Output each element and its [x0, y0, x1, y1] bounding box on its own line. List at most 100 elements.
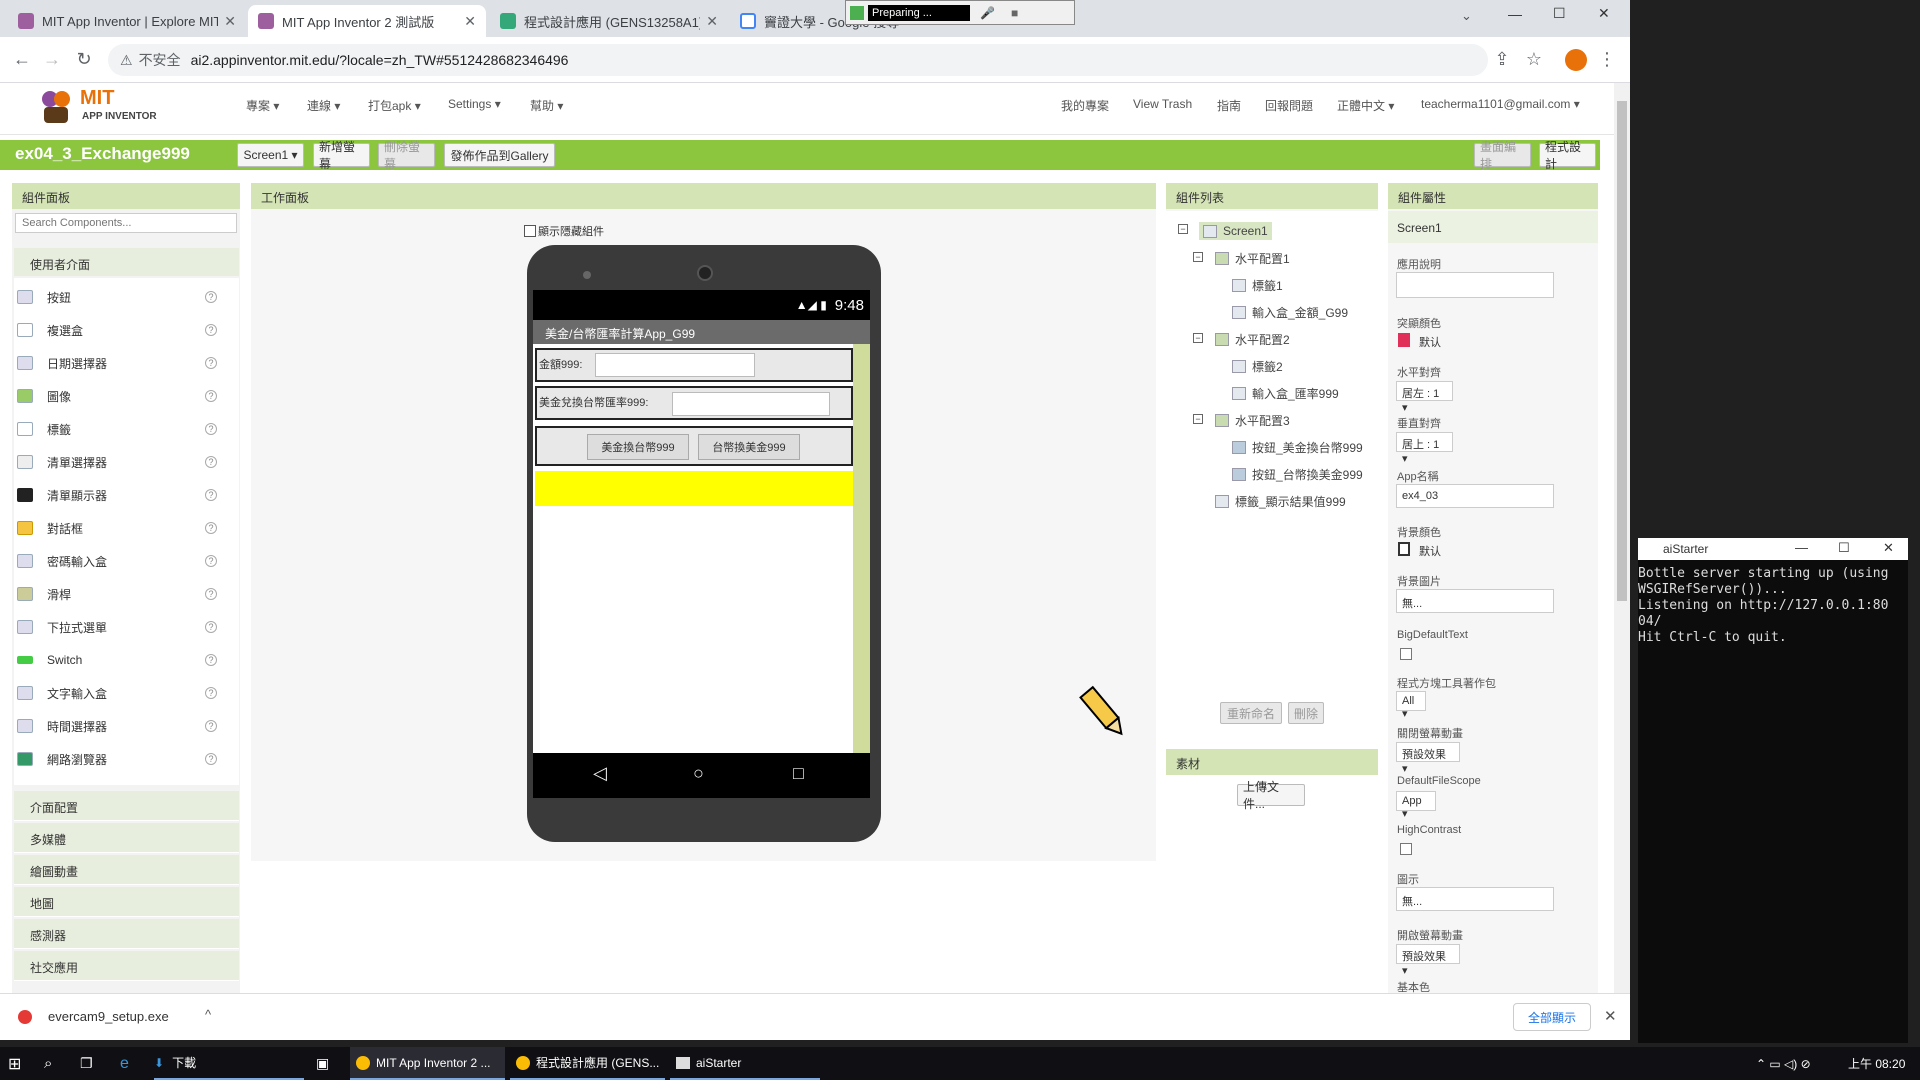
palette-group-ui[interactable]: 使用者介面 [14, 248, 239, 276]
page-scrollbar[interactable] [1614, 83, 1630, 993]
chevron-up-icon[interactable]: ^ [205, 1007, 211, 1022]
more-menu-icon[interactable]: ⋮ [1595, 49, 1619, 70]
menu-my-projects[interactable]: 我的專案 [1061, 97, 1109, 114]
help-icon[interactable]: ? [205, 390, 217, 402]
palette-item[interactable]: 對話框? [17, 514, 227, 542]
high-contrast-checkbox[interactable] [1400, 843, 1412, 855]
menu-account[interactable]: teacherma1101@gmail.com ▾ [1421, 97, 1580, 111]
help-icon[interactable]: ? [205, 621, 217, 633]
upload-button[interactable]: 上傳文件... [1237, 780, 1305, 811]
close-animation-dropdown[interactable]: 預設效果 ▾ [1396, 742, 1460, 775]
palette-category[interactable]: 多媒體 [14, 823, 239, 853]
bg-image-input[interactable]: 無... [1396, 589, 1554, 613]
align-horizontal-dropdown[interactable]: 居左 : 1 ▾ [1396, 381, 1453, 414]
menu-guide[interactable]: 指南 [1217, 97, 1241, 114]
toolkit-dropdown[interactable]: All ▾ [1396, 691, 1426, 720]
forward-icon[interactable]: → [40, 49, 64, 70]
delete-button[interactable]: 刪除 [1288, 702, 1324, 724]
palette-category[interactable]: 社交應用 [14, 951, 239, 981]
show-all-button[interactable]: 全部顯示 [1513, 1003, 1591, 1031]
icon-input[interactable]: 無... [1396, 887, 1554, 911]
help-icon[interactable]: ? [205, 687, 217, 699]
menu-view-trash[interactable]: View Trash [1133, 97, 1192, 111]
help-icon[interactable]: ? [205, 753, 217, 765]
show-hidden-toggle[interactable]: 顯示隱藏組件 [524, 223, 604, 239]
menu-project[interactable]: 專案 ▾ [246, 97, 279, 114]
tab-course[interactable]: 程式設計應用 (GENS13258A1) ✕ [490, 5, 728, 37]
edge-icon[interactable]: e [120, 1047, 129, 1080]
tree-item[interactable]: 標籤2 [1232, 358, 1283, 375]
designer-button[interactable]: 畫面編排 [1474, 140, 1531, 171]
blocks-button[interactable]: 程式設計 [1539, 140, 1596, 171]
horizontal-arrangement-3[interactable]: 美金換台幣999 台幣換美金999 [535, 426, 853, 466]
close-icon[interactable]: ✕ [1604, 1007, 1617, 1025]
rename-button[interactable]: 重新命名 [1220, 702, 1282, 724]
menu-settings[interactable]: Settings ▾ [448, 97, 501, 111]
help-icon[interactable]: ? [205, 489, 217, 501]
help-icon[interactable]: ? [205, 720, 217, 732]
taskbar-app-inventor[interactable]: MIT App Inventor 2 ... [350, 1047, 505, 1080]
rate-input[interactable] [672, 392, 830, 416]
palette-category[interactable]: 繪圖動畫 [14, 855, 239, 885]
align-vertical-dropdown[interactable]: 居上 : 1 ▾ [1396, 432, 1453, 465]
profile-avatar[interactable] [1565, 49, 1587, 71]
close-icon[interactable]: ✕ [1883, 540, 1894, 556]
close-icon[interactable]: ✕ [224, 13, 236, 30]
aistarter-window[interactable]: aiStarter ✕ ☐ — Bottle server starting u… [1638, 538, 1908, 1043]
tree-screen1[interactable]: Screen1 [1199, 222, 1272, 240]
tree-item[interactable]: 標籤_顯示結果值999 [1215, 493, 1346, 510]
tree-item[interactable]: 水平配置2 [1215, 331, 1290, 348]
tree-item[interactable]: 標籤1 [1232, 277, 1283, 294]
minimize-button[interactable]: — [1508, 6, 1522, 22]
add-screen-button[interactable]: 新增螢幕 [313, 140, 370, 171]
publish-gallery-button[interactable]: 發佈作品到Gallery [444, 143, 555, 167]
menu-help[interactable]: 幫助 ▾ [530, 97, 563, 114]
palette-item[interactable]: Switch? [17, 646, 227, 674]
share-icon[interactable]: ⇪ [1490, 49, 1514, 70]
twd-to-usd-button[interactable]: 台幣換美金999 [698, 434, 800, 460]
palette-item[interactable]: 密碼輸入盒? [17, 547, 227, 575]
file-scope-dropdown[interactable]: App ▾ [1396, 791, 1436, 820]
palette-item[interactable]: 複選盒? [17, 316, 227, 344]
close-icon[interactable]: ✕ [706, 13, 718, 30]
palette-category[interactable]: 介面配置 [14, 791, 239, 821]
result-label[interactable] [535, 471, 853, 506]
palette-item[interactable]: 文字輸入盒? [17, 679, 227, 707]
viewer-scrollbar[interactable] [853, 344, 870, 753]
palette-item[interactable]: 網路瀏覽器? [17, 745, 227, 773]
bookmark-star-icon[interactable]: ☆ [1522, 49, 1546, 70]
maximize-button[interactable]: ☐ [1838, 540, 1850, 556]
search-input[interactable] [15, 213, 237, 233]
collapse-icon[interactable]: − [1193, 333, 1203, 343]
accent-color-swatch[interactable] [1398, 333, 1410, 347]
menu-language[interactable]: 正體中文 ▾ [1337, 97, 1394, 114]
scroll-thumb[interactable] [1617, 101, 1627, 601]
palette-category[interactable]: 感測器 [14, 919, 239, 949]
open-animation-dropdown[interactable]: 預設效果 ▾ [1396, 944, 1460, 977]
help-icon[interactable]: ? [205, 654, 217, 666]
palette-category[interactable]: 地圖 [14, 887, 239, 917]
tree-item[interactable]: 輸入盒_金額_G99 [1232, 304, 1348, 321]
collapse-icon[interactable]: − [1178, 224, 1188, 234]
minimize-button[interactable]: — [1795, 540, 1808, 555]
palette-item[interactable]: 日期選擇器? [17, 349, 227, 377]
palette-item[interactable]: 滑桿? [17, 580, 227, 608]
palette-item[interactable]: 時間選擇器? [17, 712, 227, 740]
tab-app-inventor[interactable]: MIT App Inventor 2 測試版 ✕ [248, 5, 486, 37]
collapse-icon[interactable]: − [1193, 414, 1203, 424]
tab-search-icon[interactable]: ⌄ [1461, 8, 1472, 24]
windows-start-icon[interactable]: ⊞ [8, 1047, 21, 1080]
palette-item[interactable]: 圖像? [17, 382, 227, 410]
bg-color-swatch[interactable] [1398, 542, 1410, 556]
taskbar-aistarter[interactable]: aiStarter [670, 1047, 820, 1080]
back-icon[interactable]: ← [10, 49, 34, 70]
palette-item[interactable]: 清單選擇器? [17, 448, 227, 476]
amount-input[interactable] [595, 353, 755, 377]
tree-item[interactable]: 水平配置1 [1215, 250, 1290, 267]
menu-report[interactable]: 回報問題 [1265, 97, 1313, 114]
palette-item[interactable]: 下拉式選單? [17, 613, 227, 641]
collapse-icon[interactable]: − [1193, 252, 1203, 262]
horizontal-arrangement-1[interactable]: 金額999: [535, 348, 853, 382]
help-icon[interactable]: ? [205, 291, 217, 303]
help-icon[interactable]: ? [205, 555, 217, 567]
